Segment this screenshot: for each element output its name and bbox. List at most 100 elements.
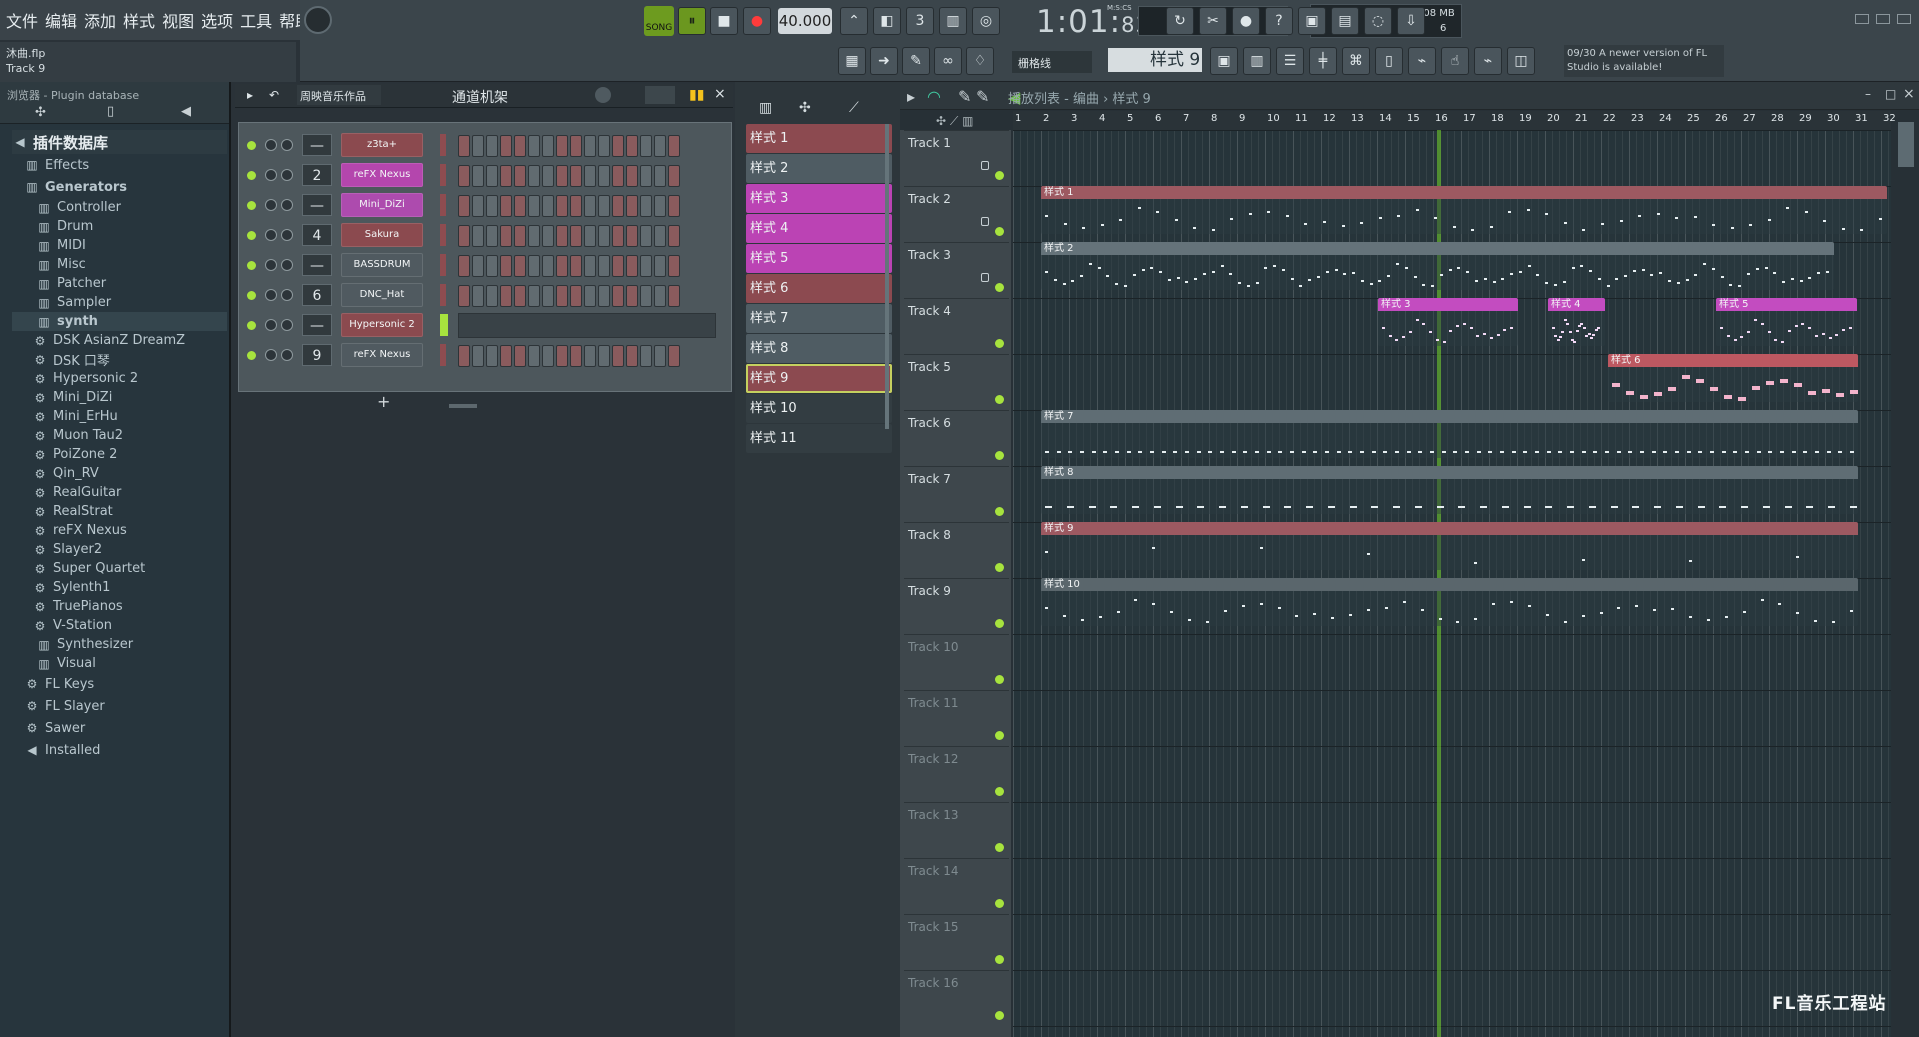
channel-mixer-number[interactable]: 9: [302, 344, 332, 366]
stamp-button[interactable]: ♢: [966, 47, 994, 75]
step-button[interactable]: [472, 255, 484, 277]
step-button[interactable]: [654, 285, 666, 307]
step-button[interactable]: [668, 345, 680, 367]
playlist-clip[interactable]: 样式 9: [1041, 522, 1858, 570]
master-volume-knob[interactable]: [304, 6, 332, 34]
step-button[interactable]: [486, 195, 498, 217]
track-mute-led[interactable]: [995, 899, 1004, 908]
clip-title-bar[interactable]: 样式 5: [1716, 298, 1857, 311]
pattern-item-4[interactable]: 样式 4: [746, 214, 892, 243]
step-edit-button[interactable]: ▥: [939, 7, 967, 35]
channel-name-button[interactable]: Mini_DiZi: [341, 193, 423, 217]
step-button[interactable]: [668, 135, 680, 157]
browser-button[interactable]: ⌘: [1342, 47, 1370, 75]
playlist-minimize-icon[interactable]: –: [1865, 87, 1871, 101]
browser-item-effects[interactable]: ▥ Effects: [12, 154, 227, 176]
channel-select-meter[interactable]: [440, 164, 446, 186]
arrangement-grid[interactable]: 样式 1 样式 2 样式 3 样式 4 样式 5 样式 6 样式 7 样式 8 样式 9 样式 1…: [1013, 130, 1891, 1037]
channel-volume-knob[interactable]: [281, 169, 293, 181]
channel-name-button[interactable]: z3ta+: [341, 133, 423, 157]
arrow-tool-button[interactable]: ➜: [870, 47, 898, 75]
menu-tools[interactable]: 工具: [240, 8, 272, 32]
channel-enable-led[interactable]: [247, 141, 256, 150]
track-mute-led[interactable]: [995, 227, 1004, 236]
step-button[interactable]: [528, 345, 540, 367]
channel-rack-button[interactable]: ☰: [1276, 47, 1304, 75]
browser-item-refx-nexus[interactable]: ⚙ reFX Nexus: [12, 521, 227, 540]
step-button[interactable]: [570, 285, 582, 307]
swing-knob[interactable]: [595, 87, 611, 103]
channel-volume-knob[interactable]: [281, 139, 293, 151]
track-header[interactable]: Track 6: [904, 410, 1009, 466]
channel-row[interactable]: — z3ta+: [246, 131, 726, 159]
step-button[interactable]: [514, 225, 526, 247]
step-sequencer[interactable]: [458, 345, 718, 367]
step-button[interactable]: [570, 135, 582, 157]
step-button[interactable]: [500, 135, 512, 157]
pattern-cross-icon[interactable]: ✣: [799, 100, 811, 116]
track-header[interactable]: Track 12: [904, 746, 1009, 802]
rack-undo-icon[interactable]: ↶: [269, 88, 279, 102]
step-button[interactable]: [514, 345, 526, 367]
magnet-icon[interactable]: ◠: [927, 87, 941, 106]
step-button[interactable]: [556, 285, 568, 307]
file-button[interactable]: ▯: [1375, 47, 1403, 75]
channel-volume-knob[interactable]: [281, 229, 293, 241]
step-button[interactable]: [570, 345, 582, 367]
step-button[interactable]: [626, 135, 638, 157]
step-button[interactable]: [556, 195, 568, 217]
clip-title-bar[interactable]: 样式 6: [1608, 354, 1858, 367]
step-button[interactable]: [654, 345, 666, 367]
step-button[interactable]: [598, 225, 610, 247]
wait-input-button[interactable]: ◧: [873, 7, 901, 35]
news-panel[interactable]: 09/30 A newer version of FL Studio is av…: [1564, 45, 1724, 77]
step-button[interactable]: [584, 345, 596, 367]
pattern-item-3[interactable]: 样式 3: [746, 184, 892, 213]
channel-select-meter[interactable]: [440, 134, 446, 156]
piano-roll-button[interactable]: ▥: [1243, 47, 1271, 75]
graph-icon[interactable]: ▮▮: [689, 87, 704, 103]
step-button[interactable]: [556, 225, 568, 247]
feedback-button[interactable]: ◌: [1364, 7, 1392, 35]
undo-history-button[interactable]: ↻: [1166, 7, 1194, 35]
minimize-button[interactable]: [1855, 14, 1869, 24]
download-button[interactable]: ⇩: [1397, 7, 1425, 35]
step-button[interactable]: [612, 255, 624, 277]
browser-item-poizone-2[interactable]: ⚙ PoiZone 2: [12, 445, 227, 464]
track-header[interactable]: Track 11: [904, 690, 1009, 746]
render-button[interactable]: ▤: [1331, 7, 1359, 35]
step-button[interactable]: [514, 135, 526, 157]
browser-item-mini-dizi[interactable]: ⚙ Mini_DiZi: [12, 388, 227, 407]
step-button[interactable]: [598, 345, 610, 367]
step-button[interactable]: [626, 255, 638, 277]
browser-item-generators[interactable]: ▥ Generators: [12, 176, 227, 198]
track-header[interactable]: Track 3: [904, 242, 1009, 298]
track-mute-led[interactable]: [995, 451, 1004, 460]
step-button[interactable]: [640, 225, 652, 247]
browser-item-hypersonic-2[interactable]: ⚙ Hypersonic 2: [12, 369, 227, 388]
channel-volume-knob[interactable]: [281, 349, 293, 361]
tempo-display[interactable]: 40.000: [778, 8, 832, 34]
browser-item-synth[interactable]: ▥ synth: [12, 312, 227, 331]
browser-item-qin-rv[interactable]: ⚙ Qin_RV: [12, 464, 227, 483]
stop-button[interactable]: ■: [710, 7, 738, 35]
channel-row[interactable]: 2 reFX Nexus: [246, 161, 726, 189]
step-button[interactable]: [556, 345, 568, 367]
step-button[interactable]: [668, 285, 680, 307]
step-button[interactable]: [626, 195, 638, 217]
bar-ruler[interactable]: 1 2 3 4 5 6 7 8 9 10 11 12 13 14 15 16 17 18 19 20 21 22 23 24 2…: [1013, 111, 1896, 131]
channel-pan-knob[interactable]: [265, 259, 277, 271]
browser-item-dsk-asianz-dreamz[interactable]: ⚙ DSK AsianZ DreamZ: [12, 331, 227, 350]
step-button[interactable]: [486, 225, 498, 247]
channel-pan-knob[interactable]: [265, 229, 277, 241]
step-button[interactable]: [486, 285, 498, 307]
track-header[interactable]: Track 9: [904, 578, 1009, 634]
track-header[interactable]: Track 15: [904, 914, 1009, 970]
track-mute-led[interactable]: [995, 283, 1004, 292]
browser-file-icon[interactable]: ▯: [107, 104, 114, 119]
step-button[interactable]: [542, 195, 554, 217]
step-button[interactable]: [668, 225, 680, 247]
step-button[interactable]: [598, 285, 610, 307]
step-button[interactable]: [514, 165, 526, 187]
step-button[interactable]: [612, 285, 624, 307]
